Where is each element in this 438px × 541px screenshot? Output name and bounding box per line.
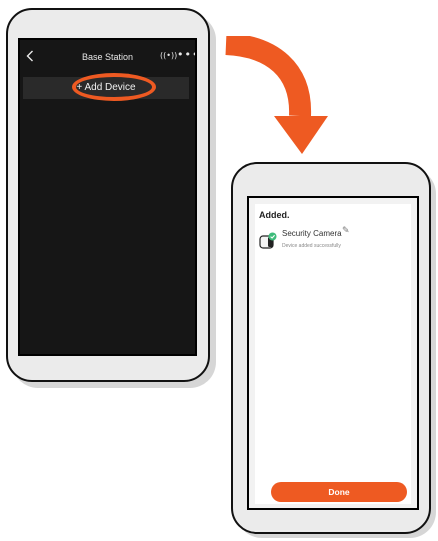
- broadcast-icon[interactable]: ((•)): [160, 51, 177, 60]
- base-station-screen: Base Station ((•)) ••• + Add Device: [18, 38, 197, 356]
- device-status: Device added successfully: [282, 243, 341, 249]
- more-horizontal-icon[interactable]: •••: [177, 48, 195, 61]
- app-header: Base Station ((•)) •••: [20, 40, 195, 74]
- result-card: Added. Security Camera ✎ Device added su…: [255, 204, 411, 504]
- left-phone: Base Station ((•)) ••• + Add Device: [6, 8, 210, 382]
- right-phone: Added. Security Camera ✎ Device added su…: [231, 162, 431, 534]
- added-heading: Added.: [259, 210, 290, 220]
- done-button[interactable]: Done: [271, 482, 407, 502]
- device-name: Security Camera: [282, 229, 342, 238]
- security-camera-icon: [259, 232, 277, 249]
- curved-arrow-icon: [225, 36, 328, 154]
- highlight-ring: [72, 73, 156, 101]
- pencil-icon[interactable]: ✎: [342, 226, 350, 236]
- device-added-screen: Added. Security Camera ✎ Device added su…: [247, 196, 419, 510]
